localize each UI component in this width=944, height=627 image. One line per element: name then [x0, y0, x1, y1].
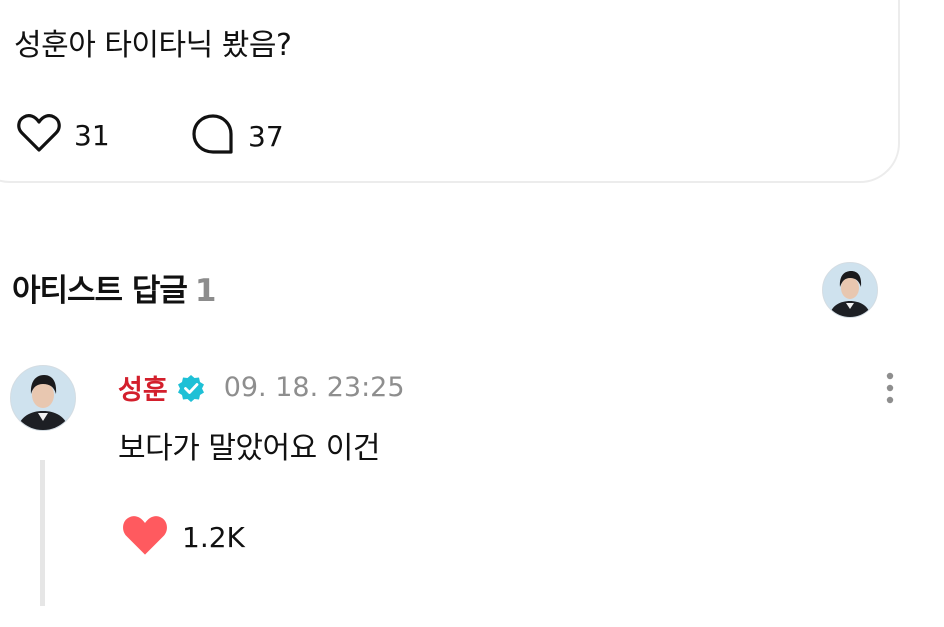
comment-bubble-icon — [190, 112, 236, 160]
section-title-label: 아티스트 답글 — [12, 273, 188, 309]
section-reply-count: 1 — [194, 273, 217, 309]
verified-badge-icon — [176, 373, 206, 403]
heart-filled-icon — [120, 512, 170, 562]
reply-like-count: 1.2K — [182, 520, 245, 554]
reply-like-button[interactable]: 1.2K — [120, 512, 245, 562]
reply-author-avatar[interactable] — [10, 365, 76, 431]
post-like-button[interactable]: 31 — [16, 112, 110, 158]
reply-header: 성훈 09. 18. 23:25 — [118, 368, 405, 407]
post-comment-count: 37 — [248, 119, 284, 153]
post-like-count: 31 — [74, 118, 110, 152]
reply-timestamp: 09. 18. 23:25 — [223, 372, 405, 403]
reply-text: 보다가 말았어요 이건 — [118, 431, 380, 466]
post-text: 성훈아 타이타닉 봤음? — [14, 28, 292, 63]
reply-thread-line — [40, 460, 45, 606]
post-card: 성훈아 타이타닉 봤음? 31 37 — [0, 0, 900, 183]
post-comment-button[interactable]: 37 — [190, 112, 284, 160]
artist-avatar[interactable] — [822, 262, 878, 318]
more-vertical-icon — [886, 372, 894, 404]
more-options-button[interactable] — [880, 370, 900, 406]
reply-author-name[interactable]: 성훈 — [118, 368, 168, 407]
artist-reply-section-title: 아티스트 답글 1 — [12, 265, 216, 310]
heart-outline-icon — [16, 112, 62, 158]
